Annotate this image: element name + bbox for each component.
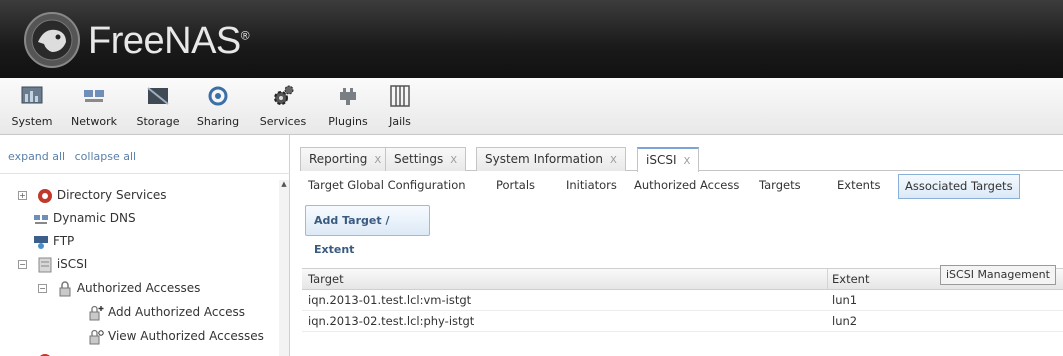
tab-system-information[interactable]: System Information X <box>476 147 626 171</box>
toolbar-network[interactable]: Network <box>64 78 124 135</box>
tree-item-next[interactable]: + <box>18 349 57 356</box>
iscsi-submenu: Target Global Configuration Portals Init… <box>300 172 1063 202</box>
sharing-icon <box>208 86 228 106</box>
tab-settings[interactable]: Settings X <box>385 147 467 171</box>
brand-name: FreeNAS® <box>88 20 250 62</box>
network-icon <box>84 90 104 102</box>
cell-extent: lun2 <box>832 314 858 328</box>
cell-target: iqn.2013-02.test.lcl:phy-istgt <box>308 314 475 328</box>
jails-icon <box>390 85 410 107</box>
tree-item-ftp[interactable]: FTP <box>33 230 74 252</box>
cell-target: iqn.2013-01.test.lcl:vm-istgt <box>308 293 472 307</box>
collapse-icon[interactable]: − <box>18 260 27 269</box>
toolbar-services[interactable]: Services <box>252 78 314 135</box>
toolbar-storage[interactable]: Storage <box>132 78 184 135</box>
divider <box>0 173 290 174</box>
tree-item-authorized-accesses[interactable]: − Authorized Accesses <box>38 277 200 299</box>
tree-item-dynamic-dns[interactable]: Dynamic DNS <box>33 207 136 229</box>
tab-bar: Reporting X Settings X System Information X… <box>300 145 1063 172</box>
add-lock-icon <box>89 305 104 320</box>
sidebar: expand all collapse all + Directory Serv… <box>0 135 290 356</box>
lock-icon <box>59 280 71 296</box>
submenu-associated-targets[interactable]: Associated Targets <box>898 174 1020 199</box>
plugins-icon <box>340 88 356 105</box>
freenas-logo-icon <box>24 12 80 68</box>
submenu-target-global-configuration[interactable]: Target Global Configuration <box>308 178 466 192</box>
close-icon[interactable]: X <box>450 155 457 166</box>
submenu-targets[interactable]: Targets <box>759 178 801 192</box>
tree-item-view-authorized-accesses[interactable]: View Authorized Accesses <box>88 325 264 347</box>
column-separator <box>827 269 828 289</box>
expand-icon[interactable]: + <box>18 191 27 200</box>
tree-item-iscsi[interactable]: − iSCSI <box>18 253 87 275</box>
tree-item-directory-services[interactable]: + Directory Services <box>18 184 167 206</box>
toolbar-system[interactable]: System <box>8 78 56 135</box>
column-header-target[interactable]: Target <box>308 269 344 290</box>
dynamic-dns-icon <box>34 214 48 224</box>
service-icon <box>39 353 51 356</box>
table-row[interactable]: iqn.2013-02.test.lcl:phy-istgt lun2 <box>302 311 1063 332</box>
system-icon <box>21 86 43 104</box>
tab-reporting[interactable]: Reporting X <box>300 147 391 171</box>
add-target-extent-button[interactable]: Add Target / Extent <box>305 205 430 256</box>
scroll-up-arrow-icon[interactable]: ▲ <box>280 180 288 190</box>
ftp-icon <box>34 235 48 249</box>
tree-controls: expand all collapse all <box>8 150 142 163</box>
services-icon <box>274 85 294 105</box>
iscsi-icon <box>38 257 52 272</box>
tooltip: iSCSI Management <box>940 265 1056 285</box>
submenu-portals[interactable]: Portals <box>496 178 535 192</box>
expand-all-link[interactable]: expand all <box>8 150 65 163</box>
table-row[interactable]: iqn.2013-01.test.lcl:vm-istgt lun1 <box>302 290 1063 311</box>
submenu-authorized-access[interactable]: Authorized Access <box>634 178 739 192</box>
close-icon[interactable]: X <box>684 156 691 167</box>
toolbar-plugins[interactable]: Plugins <box>322 78 374 135</box>
cell-extent: lun1 <box>832 293 858 307</box>
sidebar-scrollbar[interactable]: ▲ <box>279 180 289 356</box>
directory-services-icon <box>37 188 52 203</box>
toolbar-jails[interactable]: Jails <box>380 78 420 135</box>
main-toolbar: System Network Storage Sharing Services … <box>0 78 1063 135</box>
column-header-extent[interactable]: Extent <box>832 269 869 290</box>
tree-item-add-authorized-access[interactable]: Add Authorized Access <box>88 301 245 323</box>
tab-iscsi[interactable]: iSCSI X <box>637 147 700 172</box>
close-icon[interactable]: X <box>610 155 617 166</box>
submenu-extents[interactable]: Extents <box>837 178 880 192</box>
toolbar-sharing[interactable]: Sharing <box>192 78 244 135</box>
view-lock-icon <box>89 329 104 344</box>
collapse-icon[interactable]: − <box>38 284 47 293</box>
submenu-initiators[interactable]: Initiators <box>566 178 617 192</box>
storage-icon <box>147 87 169 105</box>
collapse-all-link[interactable]: collapse all <box>75 150 136 163</box>
close-icon[interactable]: X <box>374 155 381 166</box>
app-header: FreeNAS® <box>0 0 1063 78</box>
navigation-tree: + Directory Services Dynamic DNS FTP − i… <box>8 175 284 356</box>
